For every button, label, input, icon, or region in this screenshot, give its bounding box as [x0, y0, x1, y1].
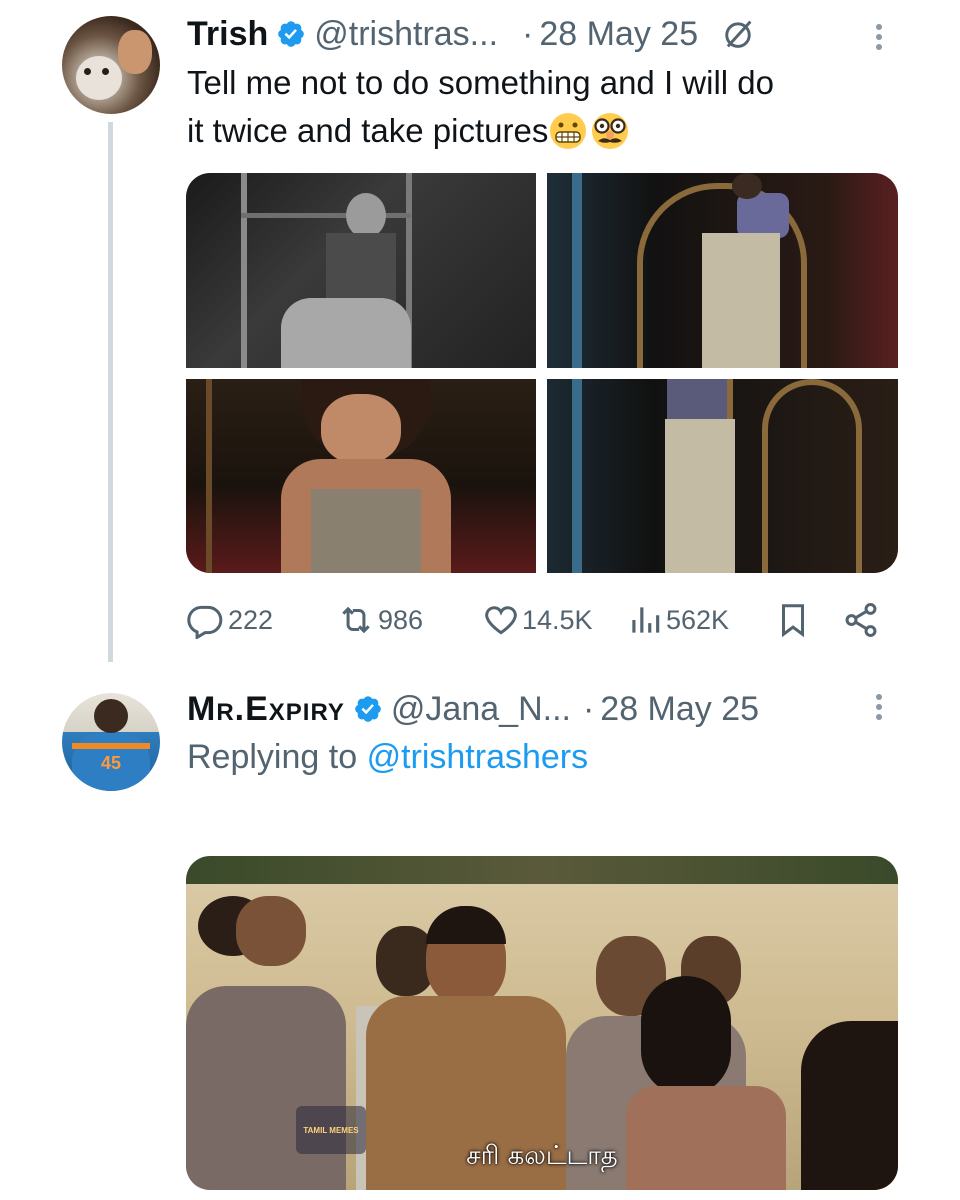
bookmark-icon: [781, 604, 805, 638]
grok-icon[interactable]: [720, 16, 756, 52]
retweet-button[interactable]: 986: [336, 601, 423, 639]
avatar[interactable]: [62, 16, 160, 114]
tweet-trish[interactable]: Trish @trishtras... · 28 May 25 Tell me …: [0, 0, 960, 680]
tweet-header: Mr.Expiry @Jana_N... · 28 May 25: [187, 687, 759, 731]
separator-dot: ·: [522, 14, 534, 53]
display-name[interactable]: Mr.Expiry: [187, 690, 345, 729]
timestamp[interactable]: 28 May 25: [600, 690, 759, 729]
tweet-text: Tell me not to do something and I will d…: [187, 64, 774, 149]
photo-2[interactable]: [547, 173, 898, 368]
handle[interactable]: @trishtras...: [314, 15, 498, 54]
tweet-reply[interactable]: 45 Mr.Expiry @Jana_N... · 28 May 25 Repl…: [0, 680, 960, 1200]
mention-link[interactable]: @trishtrashers: [367, 738, 589, 776]
views-icon: [632, 607, 660, 633]
like-icon: [485, 606, 517, 635]
like-count: 14.5K: [522, 604, 593, 635]
reply-icon: [187, 605, 223, 639]
thread-line: [108, 122, 113, 662]
media-grid: [186, 173, 898, 573]
display-name[interactable]: Trish: [187, 15, 268, 54]
like-button[interactable]: 14.5K: [482, 601, 593, 639]
timestamp[interactable]: 28 May 25: [539, 15, 698, 54]
bookmark-button[interactable]: [774, 601, 812, 639]
retweet-count: 986: [378, 604, 424, 635]
tweet-header: Trish @trishtras... · 28 May 25: [187, 12, 756, 56]
meme-image[interactable]: TAMIL MEMES சரி கலட்டாத: [186, 856, 898, 1190]
replying-to: Replying to @trishtrashers: [187, 738, 589, 776]
meme-subtitle: சரி கலட்டாத: [466, 1141, 618, 1171]
action-bar: 222 986 14.5K 562K: [186, 597, 886, 641]
views-button[interactable]: 562K: [626, 601, 729, 639]
views-count: 562K: [666, 604, 730, 635]
share-button[interactable]: [842, 601, 880, 639]
avatar[interactable]: 45: [62, 693, 160, 791]
retweet-icon: [342, 606, 370, 634]
more-icon[interactable]: [874, 20, 884, 54]
reply-count: 222: [228, 604, 274, 635]
reply-button[interactable]: 222: [186, 601, 273, 639]
disguise-emoji-icon: [592, 113, 629, 149]
more-icon[interactable]: [874, 690, 884, 724]
share-icon: [845, 602, 877, 638]
separator-dot: ·: [582, 689, 595, 728]
verified-badge-icon: [355, 696, 381, 722]
photo-1[interactable]: [186, 173, 536, 368]
handle[interactable]: @Jana_N...: [391, 690, 571, 729]
photo-4[interactable]: [547, 379, 898, 573]
photo-3[interactable]: [186, 379, 536, 573]
verified-badge-icon: [278, 21, 305, 47]
grimacing-emoji-icon: [550, 113, 587, 149]
